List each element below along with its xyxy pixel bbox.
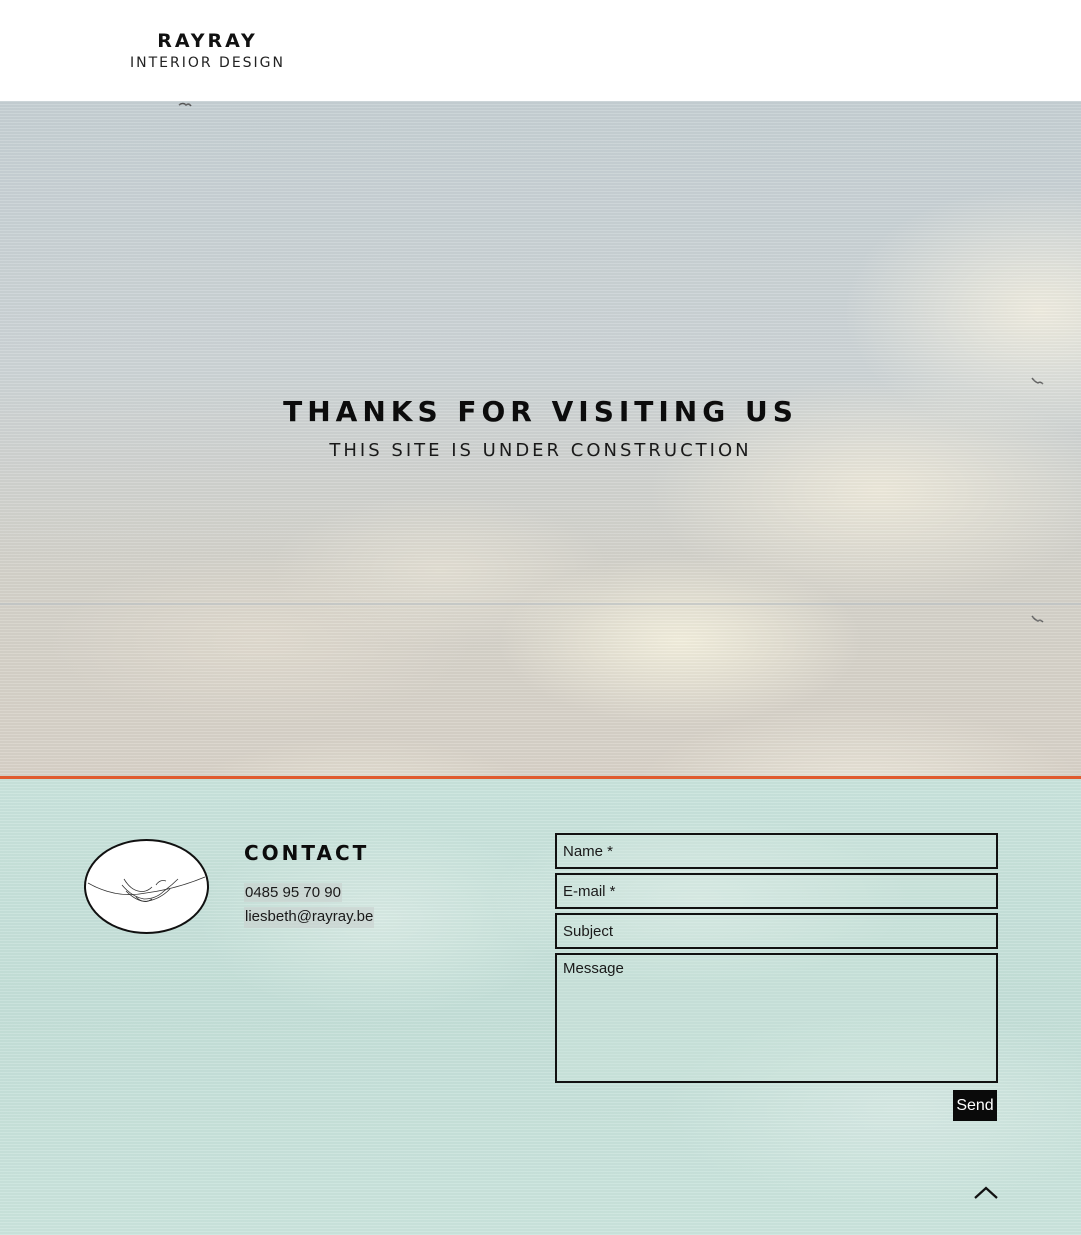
message-field-wrapper [555, 953, 998, 1083]
contact-footer: CONTACT 0485 95 70 90 liesbeth@rayray.be… [0, 779, 1081, 1235]
chevron-up-icon[interactable] [972, 1183, 1000, 1203]
logo-subtitle: INTERIOR DESIGN [129, 55, 285, 71]
contact-heading: CONTACT [244, 841, 370, 865]
email-input[interactable] [557, 875, 996, 907]
send-button[interactable]: Send [953, 1090, 997, 1121]
name-field-wrapper [555, 833, 998, 869]
email-field-wrapper [555, 873, 998, 909]
hero-subtitle: THIS SITE IS UNDER CONSTRUCTION [329, 440, 752, 461]
logo-title: RAYRAY [157, 30, 258, 52]
image-seam [0, 603, 1081, 605]
phone-number[interactable]: 0485 95 70 90 [244, 883, 342, 902]
name-input[interactable] [557, 835, 996, 867]
bird-icon [178, 102, 192, 107]
subject-field-wrapper [555, 913, 998, 949]
hero-section: THANKS FOR VISITING US THIS SITE IS UNDE… [0, 101, 1081, 777]
subject-input[interactable] [557, 915, 996, 947]
site-logo[interactable]: RAYRAY INTERIOR DESIGN [120, 30, 295, 73]
email-link[interactable]: liesbeth@rayray.be [244, 907, 375, 928]
bird-icon [1031, 377, 1044, 385]
site-header: RAYRAY INTERIOR DESIGN [0, 0, 1081, 101]
bird-icon [1031, 615, 1044, 623]
line-drawing-icon [84, 839, 209, 934]
message-textarea[interactable] [557, 955, 996, 1081]
hero-title: THANKS FOR VISITING US [283, 395, 798, 428]
